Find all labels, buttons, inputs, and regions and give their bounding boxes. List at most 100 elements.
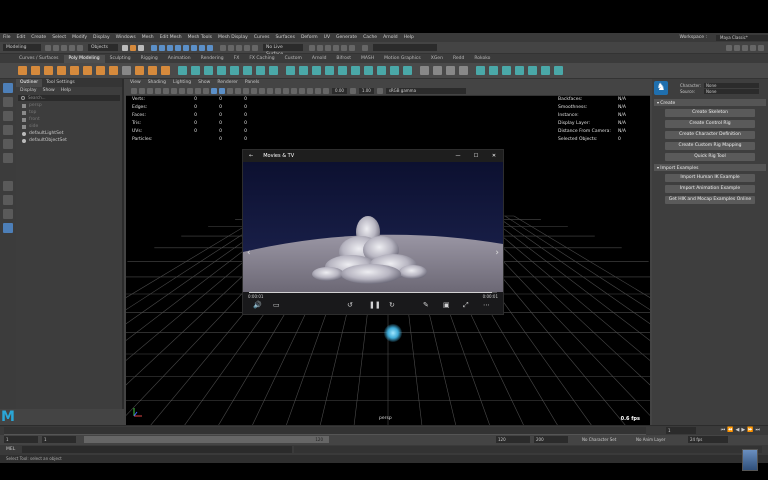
playback-start-field[interactable]: 1 <box>42 436 76 443</box>
scale-tool-icon[interactable] <box>3 153 13 163</box>
poly-disc-icon[interactable] <box>96 66 105 75</box>
menu-edit-mesh[interactable]: Edit Mesh <box>160 35 182 40</box>
retopo-icon[interactable] <box>256 66 265 75</box>
isolate-select-icon[interactable] <box>291 88 297 94</box>
viewport-menu-view[interactable]: View <box>130 79 141 87</box>
show-attribute-editor-icon[interactable] <box>742 44 748 51</box>
menu-select[interactable]: Select <box>52 35 66 40</box>
platonic-solid-icon[interactable] <box>109 66 118 75</box>
uv-editor-icon[interactable] <box>420 66 429 75</box>
ipr-render-icon[interactable] <box>333 44 339 51</box>
render-settings-icon[interactable] <box>341 44 347 51</box>
use-all-lights-icon[interactable] <box>243 88 249 94</box>
collapse-icon[interactable] <box>351 66 360 75</box>
xray-active-icon[interactable] <box>307 88 313 94</box>
gate-mask-icon[interactable] <box>187 88 193 94</box>
menu-uv[interactable]: UV <box>324 35 330 40</box>
new-scene-icon[interactable] <box>45 44 51 51</box>
poly-plane-icon[interactable] <box>83 66 92 75</box>
show-tool-settings-icon[interactable] <box>750 44 756 51</box>
smooth-shade-icon[interactable] <box>219 88 225 94</box>
next-chevron-icon[interactable]: › <box>495 248 499 258</box>
quad-draw-icon[interactable] <box>403 66 412 75</box>
film-gate-icon[interactable] <box>171 88 177 94</box>
automatic-projection-icon[interactable] <box>446 66 455 75</box>
import-human-ik-example-button[interactable]: Import Human IK Example <box>665 174 755 182</box>
command-input[interactable] <box>22 446 292 453</box>
menu-edit[interactable]: Edit <box>17 35 26 40</box>
xray-icon[interactable] <box>299 88 305 94</box>
mini-view-icon[interactable]: ▣ <box>443 301 450 309</box>
wireframe-icon[interactable] <box>211 88 217 94</box>
shelf-tab-rigging[interactable]: Rigging <box>136 55 163 63</box>
gamma-icon[interactable] <box>349 88 356 94</box>
menuset-dropdown[interactable]: Modeling <box>3 44 41 51</box>
perspective-viewport[interactable]: Verts: 0 0 0 Edges: 0 0 0 Faces: 0 0 0 Tris: 0 0 0 U… <box>126 96 650 425</box>
time-ruler[interactable] <box>4 427 646 435</box>
shelf-tab-custom[interactable]: Custom <box>280 55 307 63</box>
taskbar-thumbnail[interactable] <box>742 449 758 471</box>
menu-mesh-display[interactable]: Mesh Display <box>218 35 248 40</box>
select-camera-icon[interactable] <box>131 88 137 94</box>
shelf-tab-redd[interactable]: Redd <box>448 55 469 63</box>
menu-windows[interactable]: Windows <box>116 35 136 40</box>
back-arrow-icon[interactable]: ← <box>249 153 253 159</box>
resolution-gate-icon[interactable] <box>179 88 185 94</box>
render-view-icon[interactable] <box>317 44 323 51</box>
persp-outliner-layout-icon[interactable] <box>3 223 13 233</box>
seek-bar[interactable] <box>249 292 497 293</box>
close-shelf-icon[interactable] <box>554 66 563 75</box>
shelf-tab-fx-caching[interactable]: FX Caching <box>244 55 279 63</box>
outliner-menu-display[interactable]: Display <box>20 87 37 94</box>
menu-create[interactable]: Create <box>31 35 46 40</box>
show-channel-box-icon[interactable] <box>758 44 764 51</box>
input-line-field[interactable] <box>373 44 437 51</box>
volume-icon[interactable]: 🔊 <box>253 301 262 309</box>
shelf-tab-animation[interactable]: Animation <box>163 55 196 63</box>
lasso-tool-icon[interactable] <box>3 97 13 107</box>
create-skeleton-button[interactable]: Create Skeleton <box>665 109 755 117</box>
selection-mode-dropdown[interactable]: Objects <box>88 44 118 51</box>
outliner-item-side[interactable]: side <box>16 123 122 130</box>
bridge-icon[interactable] <box>299 66 308 75</box>
menu-display[interactable]: Display <box>93 35 110 40</box>
shelf-tab-bifrost[interactable]: Bifrost <box>331 55 356 63</box>
edit-pencil-icon[interactable]: ✎ <box>423 301 429 309</box>
step-back-icon[interactable]: ⏪ <box>727 427 735 433</box>
shelf-tab-motion-graphics[interactable]: Motion Graphics <box>379 55 426 63</box>
playback-end-field[interactable]: 120 <box>496 436 530 443</box>
target-weld-icon[interactable] <box>377 66 386 75</box>
minimize-icon[interactable]: — <box>449 153 467 159</box>
viewport-menu-renderer[interactable]: Renderer <box>217 79 238 87</box>
show-modeling-toolkit-icon[interactable] <box>734 44 740 51</box>
planar-projection-icon[interactable] <box>433 66 442 75</box>
depth-of-field-icon[interactable] <box>283 88 289 94</box>
mel-label[interactable]: MEL <box>6 447 15 452</box>
outliner-item-top[interactable]: top <box>16 109 122 116</box>
menu-modify[interactable]: Modify <box>72 35 87 40</box>
snap-curve-icon[interactable] <box>228 44 234 51</box>
field-chart-icon[interactable] <box>195 88 201 94</box>
boolean-icon[interactable] <box>217 66 226 75</box>
pick-mask-deform-icon[interactable] <box>183 44 189 51</box>
select-by-hierarchy-icon[interactable] <box>122 44 128 51</box>
skip-forward-icon[interactable]: ↻ <box>389 301 395 309</box>
character-set-dropdown[interactable]: No Character Set <box>580 436 630 443</box>
shelf-tab-curves-surfaces[interactable]: Curves / Surfaces <box>14 55 64 63</box>
outliner-search-input[interactable]: Search... <box>18 95 120 101</box>
camera-attributes-icon[interactable] <box>139 88 145 94</box>
colorspace-dropdown[interactable]: sRGB gamma <box>385 88 466 94</box>
start-time-field[interactable]: 1 <box>4 436 38 443</box>
create-control-rig-button[interactable]: Create Control Rig <box>665 120 755 128</box>
go-to-end-icon[interactable]: ⏭ <box>755 427 762 433</box>
menu-file[interactable]: File <box>3 35 11 40</box>
open-scene-icon[interactable] <box>53 44 59 51</box>
select-tool-icon[interactable] <box>3 83 13 93</box>
previous-chevron-icon[interactable]: ‹ <box>247 248 251 258</box>
center-pivot-icon[interactable] <box>541 66 550 75</box>
quick-rig-tool-button[interactable]: Quick Rig Tool <box>665 153 755 161</box>
menu-generate[interactable]: Generate <box>336 35 357 40</box>
viewport-menu-show[interactable]: Show <box>198 79 210 87</box>
pick-mask-curve-icon[interactable] <box>167 44 173 51</box>
fill-hole-icon[interactable] <box>338 66 347 75</box>
